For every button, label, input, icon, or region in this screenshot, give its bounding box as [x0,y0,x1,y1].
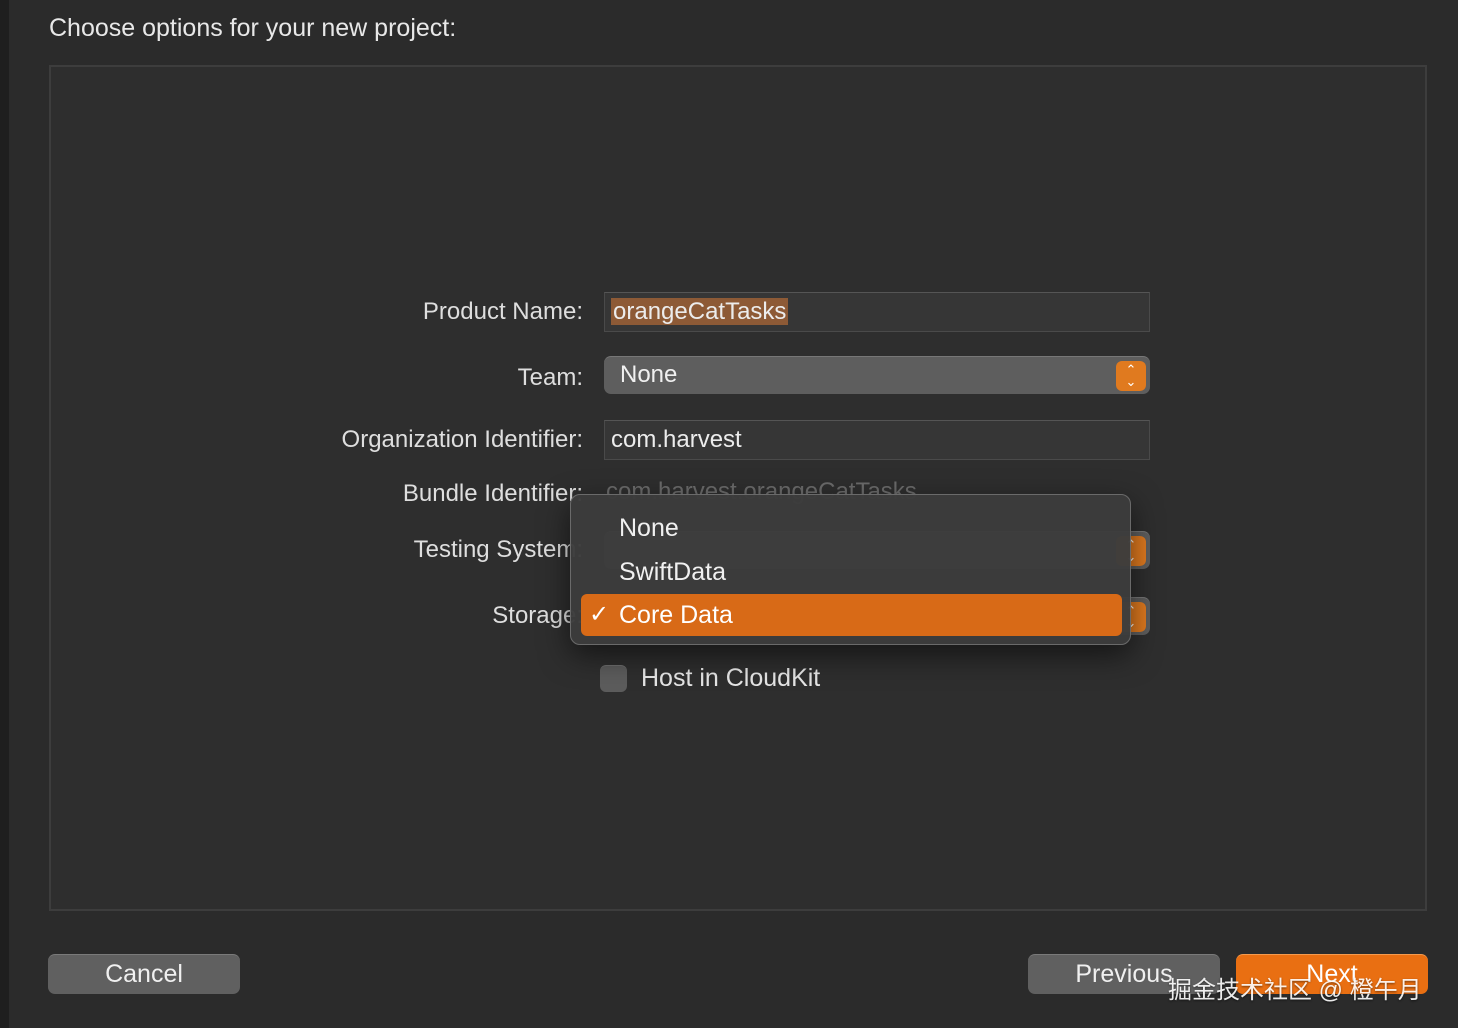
page-title: Choose options for your new project: [49,14,457,42]
product-name-value: orangeCatTasks [611,298,789,325]
host-in-cloudkit-checkbox[interactable] [600,665,627,692]
storage-dropdown-menu: None SwiftData ✓ Core Data [570,494,1131,645]
team-label: Team: [517,364,583,391]
testing-system-label: Testing System: [413,536,583,563]
menu-item-none[interactable]: None [581,507,1122,549]
organization-identifier-label: Organization Identifier: [341,426,583,453]
team-popup-button[interactable]: None ⌃ ⌄ [604,356,1150,394]
host-in-cloudkit-label: Host in CloudKit [641,664,821,692]
checkmark-icon: ✓ [589,601,610,628]
menu-item-swiftdata[interactable]: SwiftData [581,551,1122,593]
up-down-chevron-icon: ⌃ ⌄ [1116,361,1146,391]
product-name-label: Product Name: [422,298,583,325]
watermark: 掘金技术社区 @ 橙午月 [1168,977,1422,1004]
menu-item-core-data-label: Core Data [619,601,733,629]
menu-item-core-data[interactable]: ✓ Core Data [581,594,1122,636]
product-name-field[interactable]: orangeCatTasks [604,292,1150,332]
organization-identifier-field[interactable]: com.harvest [604,420,1150,460]
bundle-identifier-label: Bundle Identifier: [402,480,583,507]
cancel-button[interactable]: Cancel [48,954,240,994]
team-value: None [620,361,678,388]
organization-identifier-value: com.harvest [611,426,742,453]
